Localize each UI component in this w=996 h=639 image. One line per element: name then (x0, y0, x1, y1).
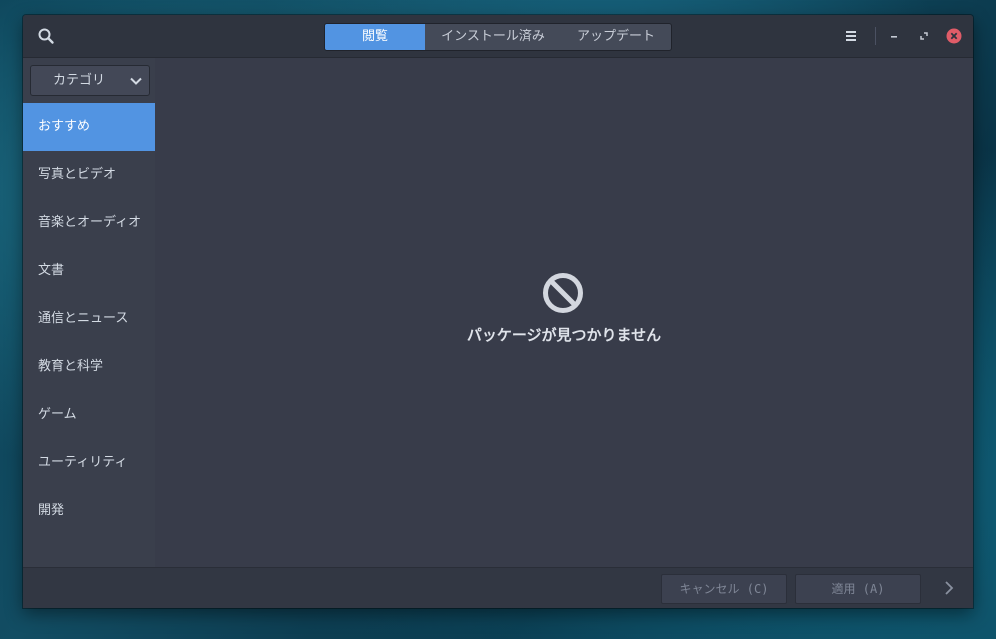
category-dropdown-label: カテゴリ (53, 73, 106, 88)
no-entry-icon (543, 273, 583, 313)
search-icon (38, 28, 54, 44)
maximize-button[interactable] (914, 26, 934, 46)
main-content: パッケージが見つかりません (155, 58, 973, 567)
action-bar: キャンセル (C) 適用 (A) (23, 567, 973, 608)
close-icon (946, 28, 962, 44)
hamburger-menu-icon (846, 31, 856, 41)
sidebar-item-music-audio[interactable]: 音楽とオーディオ (23, 199, 155, 247)
chevron-down-icon (130, 77, 142, 85)
search-button[interactable] (35, 25, 57, 47)
tab-installed[interactable]: インストール済み (425, 24, 561, 50)
category-sidebar: カテゴリ おすすめ 写真とビデオ 音楽とオーディオ 文書 通信とニュース 教育と… (23, 58, 155, 567)
next-button[interactable] (941, 580, 957, 596)
sidebar-item-utilities[interactable]: ユーティリティ (23, 439, 155, 487)
tab-browse[interactable]: 閲覧 (325, 24, 425, 50)
sidebar-item-education-science[interactable]: 教育と科学 (23, 343, 155, 391)
sidebar-item-photo-video[interactable]: 写真とビデオ (23, 151, 155, 199)
maximize-icon (920, 32, 928, 40)
app-window: 閲覧 インストール済み アップデート カテゴリ おすすめ 写真とビデオ 音楽とオ… (23, 15, 973, 608)
category-dropdown[interactable]: カテゴリ (30, 65, 150, 96)
category-list: おすすめ 写真とビデオ 音楽とオーディオ 文書 通信とニュース 教育と科学 ゲー… (23, 103, 155, 535)
minimize-icon (891, 36, 897, 38)
empty-state-message: パッケージが見つかりません (466, 326, 662, 344)
header-separator (875, 27, 876, 45)
sidebar-item-games[interactable]: ゲーム (23, 391, 155, 439)
sidebar-item-development[interactable]: 開発 (23, 487, 155, 535)
sidebar-item-communication-news[interactable]: 通信とニュース (23, 295, 155, 343)
apply-button[interactable]: 適用 (A) (795, 574, 921, 604)
menu-button[interactable] (842, 27, 860, 45)
close-button[interactable] (944, 26, 964, 46)
sidebar-item-featured[interactable]: おすすめ (23, 103, 155, 151)
sidebar-item-documents[interactable]: 文書 (23, 247, 155, 295)
header-bar: 閲覧 インストール済み アップデート (23, 15, 973, 58)
view-switcher: 閲覧 インストール済み アップデート (324, 23, 672, 51)
minimize-button[interactable] (884, 26, 904, 46)
tab-updates[interactable]: アップデート (561, 24, 671, 50)
chevron-right-icon (945, 581, 954, 595)
cancel-button[interactable]: キャンセル (C) (661, 574, 787, 604)
